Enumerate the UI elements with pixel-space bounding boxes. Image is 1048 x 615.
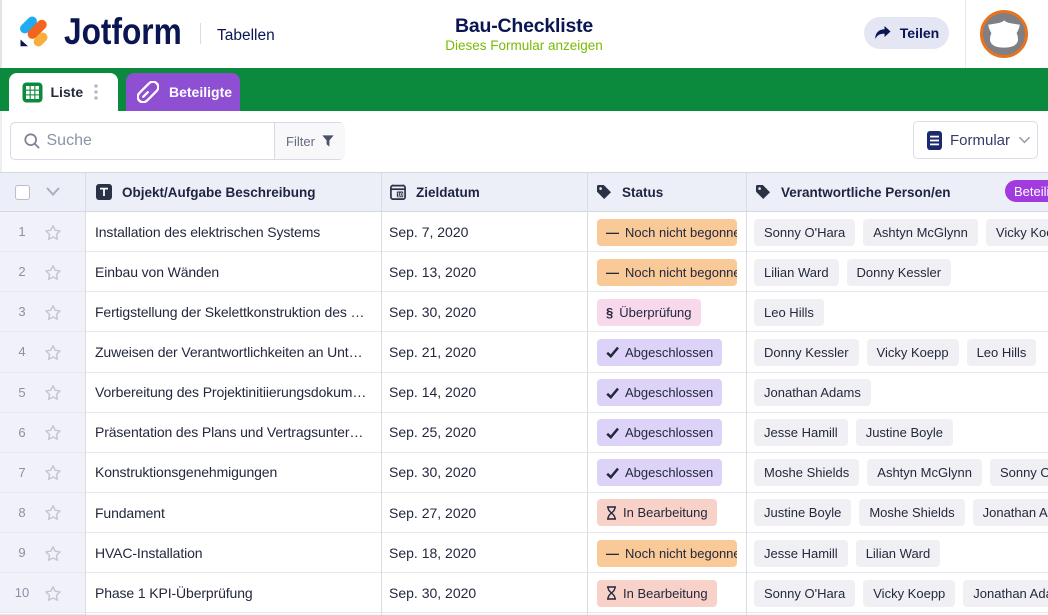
svg-text:10: 10 <box>397 192 403 198</box>
